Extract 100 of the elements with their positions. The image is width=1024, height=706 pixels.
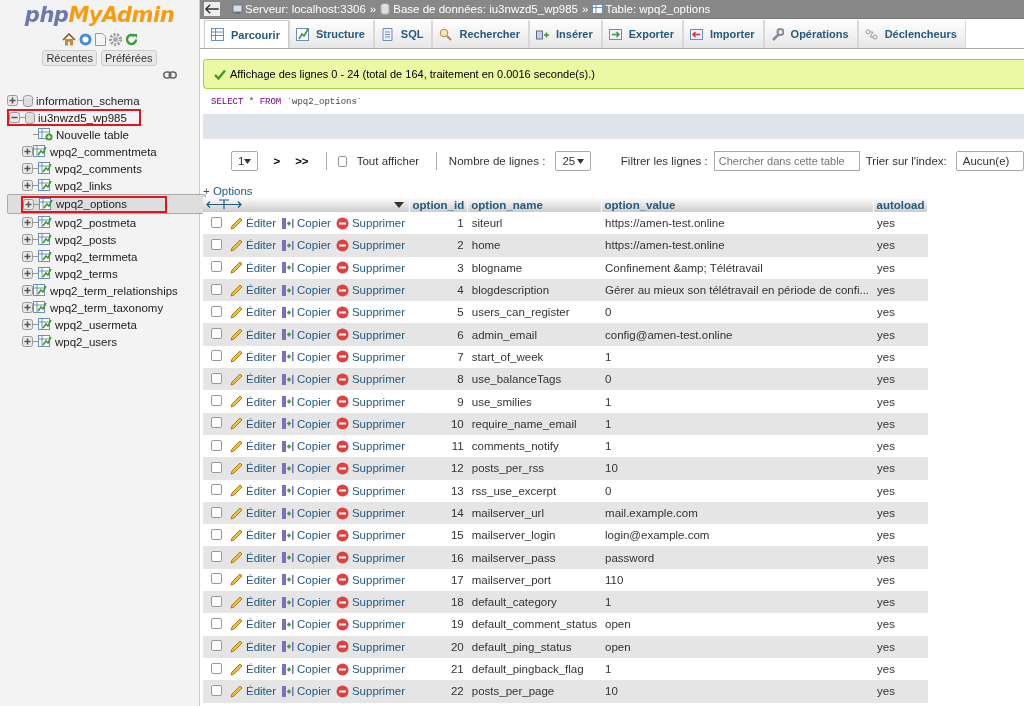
checkbox[interactable] xyxy=(338,155,347,167)
row-checkbox[interactable] xyxy=(211,506,222,518)
copy-link[interactable]: Copier xyxy=(281,261,331,275)
breadcrumb-link[interactable]: Table: wpq2_options xyxy=(592,3,711,15)
expand-icon[interactable] xyxy=(23,198,34,210)
expand-icon[interactable] xyxy=(22,251,33,262)
dropdown[interactable]: Aucun(e) xyxy=(955,151,1024,171)
back-arrow-icon[interactable] xyxy=(204,2,220,16)
edit-link[interactable]: Éditer xyxy=(230,417,277,431)
delete-link[interactable]: Supprimer xyxy=(335,662,405,676)
delete-link[interactable]: Supprimer xyxy=(335,372,405,386)
row-checkbox[interactable] xyxy=(211,551,222,563)
table-link[interactable]: wpq2_posts xyxy=(55,233,117,246)
table-link[interactable]: wpq2_term_taxonomy xyxy=(50,301,164,314)
copy-link[interactable]: Copier xyxy=(281,640,331,654)
copy-link[interactable]: Copier xyxy=(281,573,331,587)
copy-link[interactable]: Copier xyxy=(281,305,331,319)
breadcrumb-link[interactable]: Base de données: iu3nwzd5_wp985 xyxy=(380,3,578,15)
table-link[interactable]: wpq2_postmeta xyxy=(55,216,137,229)
copy-link[interactable]: Copier xyxy=(281,684,331,698)
row-checkbox[interactable] xyxy=(211,261,222,273)
delete-link[interactable]: Supprimer xyxy=(335,461,405,475)
edit-link[interactable]: Éditer xyxy=(230,551,277,565)
expand-icon[interactable] xyxy=(22,268,33,279)
edit-link[interactable]: Éditer xyxy=(230,684,277,698)
copy-link[interactable]: Copier xyxy=(281,595,331,609)
row-checkbox[interactable] xyxy=(211,461,222,473)
copy-link[interactable]: Copier xyxy=(281,395,331,408)
edit-link[interactable]: Éditer xyxy=(230,618,277,631)
delete-link[interactable]: Supprimer xyxy=(335,305,405,319)
copy-link[interactable]: Copier xyxy=(281,439,331,453)
edit-link[interactable]: Éditer xyxy=(230,506,277,520)
tab[interactable]: Exporter xyxy=(601,20,683,48)
link-icon[interactable] xyxy=(163,71,177,79)
row-checkbox[interactable] xyxy=(211,305,222,317)
delete-link[interactable]: Supprimer xyxy=(335,439,405,453)
edit-link[interactable]: Éditer xyxy=(230,283,277,297)
row-checkbox[interactable] xyxy=(211,618,222,629)
expand-icon[interactable] xyxy=(22,234,33,245)
delete-link[interactable]: Supprimer xyxy=(335,506,405,520)
document-icon[interactable] xyxy=(94,33,106,46)
delete-link[interactable]: Supprimer xyxy=(335,417,405,431)
expand-icon[interactable] xyxy=(22,302,33,313)
database-link[interactable]: information_schema xyxy=(36,94,140,107)
tab[interactable]: SQL xyxy=(373,20,433,48)
edit-link[interactable]: Éditer xyxy=(230,372,277,386)
dropdown[interactable]: 25 xyxy=(555,151,591,171)
edit-link[interactable]: Éditer xyxy=(230,238,277,252)
options-link[interactable]: + Options xyxy=(203,185,253,197)
table-link[interactable]: wpq2_comments xyxy=(55,162,142,175)
delete-link[interactable]: Supprimer xyxy=(335,261,405,275)
copy-link[interactable]: Copier xyxy=(281,216,331,230)
copy-link[interactable]: Copier xyxy=(281,417,331,431)
column-arrows-icon[interactable] xyxy=(206,199,242,210)
row-checkbox[interactable] xyxy=(211,484,222,496)
delete-link[interactable]: Supprimer xyxy=(335,528,405,542)
edit-link[interactable]: Éditer xyxy=(230,261,277,275)
dropdown[interactable]: 1 xyxy=(231,151,259,171)
expand-icon[interactable] xyxy=(7,95,18,106)
copy-link[interactable]: Copier xyxy=(281,283,331,297)
table-link[interactable]: wpq2_termmeta xyxy=(55,250,138,263)
sort-caret-icon[interactable] xyxy=(394,201,404,208)
row-checkbox[interactable] xyxy=(211,328,222,340)
reload-icon[interactable] xyxy=(124,33,138,46)
collapse-icon[interactable] xyxy=(9,112,20,123)
row-checkbox[interactable] xyxy=(211,283,222,295)
breadcrumb-link[interactable]: Serveur: localhost:3306 xyxy=(232,3,366,15)
row-checkbox[interactable] xyxy=(211,662,222,674)
edit-link[interactable]: Éditer xyxy=(230,305,277,319)
tab[interactable]: Insérer xyxy=(529,20,602,48)
copy-link[interactable]: Copier xyxy=(281,350,331,364)
copy-link[interactable]: Copier xyxy=(281,618,331,631)
row-checkbox[interactable] xyxy=(211,439,222,451)
edit-link[interactable]: Éditer xyxy=(230,573,277,587)
edit-link[interactable]: Éditer xyxy=(230,328,277,342)
tab[interactable]: Parcourir xyxy=(204,20,289,48)
edit-link[interactable]: Éditer xyxy=(230,484,277,498)
row-checkbox[interactable] xyxy=(211,573,222,585)
tab[interactable]: Opérations xyxy=(763,20,858,48)
database-link[interactable]: iu3nwzd5_wp985 xyxy=(38,111,127,124)
tab[interactable]: Déclencheurs xyxy=(857,20,966,48)
row-checkbox[interactable] xyxy=(211,684,222,696)
edit-link[interactable]: Éditer xyxy=(230,461,277,475)
expand-icon[interactable] xyxy=(22,285,33,296)
expand-icon[interactable] xyxy=(22,163,33,174)
delete-link[interactable]: Supprimer xyxy=(335,350,405,364)
copy-link[interactable]: Copier xyxy=(281,528,331,542)
tab[interactable]: Structure xyxy=(288,20,374,48)
table-link[interactable]: wpq2_options xyxy=(56,198,127,210)
delete-link[interactable]: Supprimer xyxy=(335,216,405,230)
delete-link[interactable]: Supprimer xyxy=(335,618,405,631)
settings-icon[interactable] xyxy=(108,33,122,46)
delete-link[interactable]: Supprimer xyxy=(335,573,405,587)
delete-link[interactable]: Supprimer xyxy=(335,595,405,609)
edit-link[interactable]: Éditer xyxy=(230,662,277,676)
edit-link[interactable]: Éditer xyxy=(230,528,277,542)
table-link[interactable]: wpq2_usermeta xyxy=(55,318,137,331)
row-checkbox[interactable] xyxy=(211,372,222,384)
home-icon[interactable] xyxy=(61,33,76,46)
edit-link[interactable]: Éditer xyxy=(230,640,277,654)
